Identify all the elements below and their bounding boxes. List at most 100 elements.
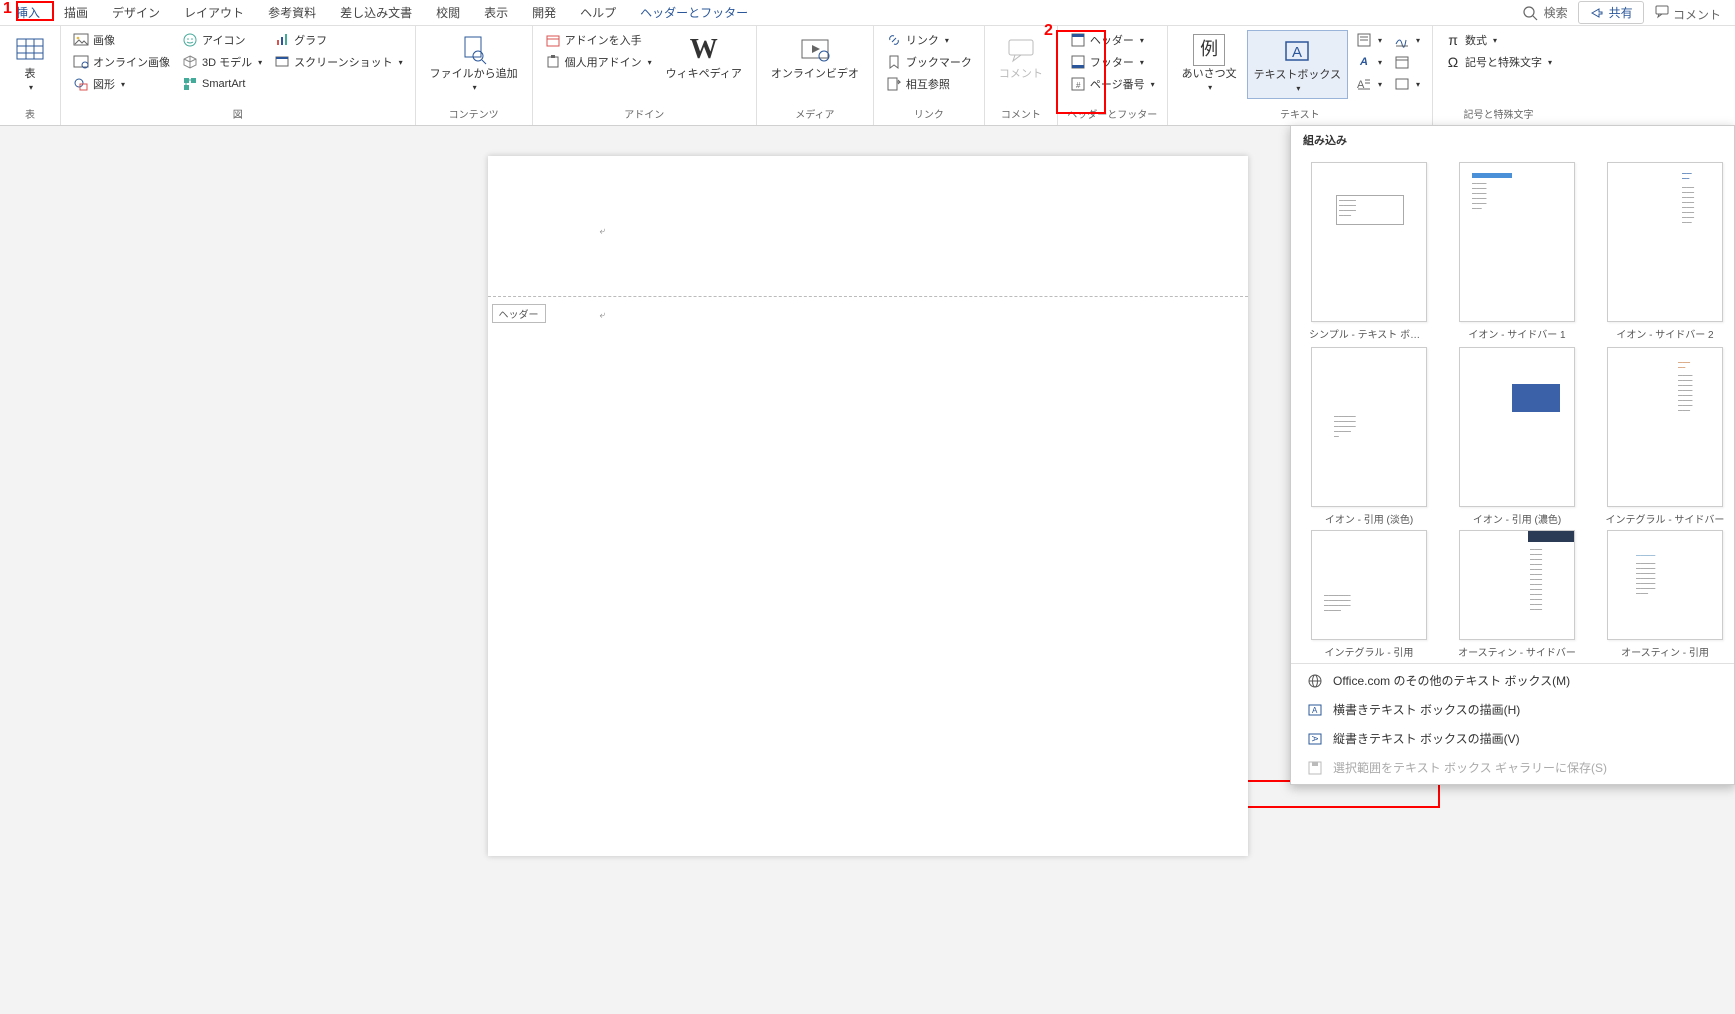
callout-box-2 <box>1056 30 1106 114</box>
gallery-item-ion-quote-dark[interactable]: イオン - 引用 (濃色) <box>1457 347 1577 526</box>
menu-view[interactable]: 表示 <box>472 1 520 24</box>
pictures-button[interactable]: 画像 <box>69 30 174 50</box>
share-button[interactable]: 共有 <box>1578 1 1644 24</box>
chevron-down-icon: ▾ <box>29 83 33 93</box>
gallery-item-austin-sidebar[interactable]: ━━━━━━━━━━━━━━━━━━━━━━━━━━━━━━━━━━━━━━━━… <box>1457 530 1577 659</box>
gallery-item-ion-quote-light[interactable]: ━━━━━━━━━━━━━━━━━━━━━━━━━━━━━━━━━━━━ イオン… <box>1309 347 1429 526</box>
page[interactable]: ⤶ ヘッダー ⤶ <box>488 156 1248 856</box>
dropcap-button[interactable]: A▾ <box>1352 74 1386 94</box>
quickparts-icon <box>1356 32 1372 48</box>
menu-references[interactable]: 参考資料 <box>256 1 328 24</box>
object-button[interactable]: ▾ <box>1390 74 1424 94</box>
online-video-button[interactable]: オンラインビデオ <box>765 30 865 85</box>
menu-mailings[interactable]: 差し込み文書 <box>328 1 424 24</box>
svg-text:A: A <box>1292 44 1302 61</box>
crossref-button[interactable]: 相互参照 <box>882 74 976 94</box>
comment-bubble-icon <box>1005 34 1037 66</box>
group-label-comments: コメント <box>1001 104 1041 121</box>
vertical-textbox-icon: A <box>1307 731 1323 747</box>
comment-button-top[interactable]: コメント <box>1644 1 1731 25</box>
3dmodel-button[interactable]: 3D モデル▾ <box>178 52 266 72</box>
addin-icon <box>545 54 561 70</box>
horizontal-textbox-icon: A <box>1307 702 1323 718</box>
greeting-button[interactable]: 例 あいさつ文▾ <box>1176 30 1243 97</box>
gallery-item-integral-quote[interactable]: ━━━━━━━━━━━━━━━━━━━━━━━━━━━━━━━━━━━━━━━━… <box>1309 530 1429 659</box>
gallery-item-austin-quote[interactable]: ━━━━━━━━━━━━━━━━━━━━━━━━━━━━━━━━━━━━━━━━… <box>1605 530 1725 659</box>
ribbon-group-comments: コメント コメント <box>985 26 1058 125</box>
crossref-icon <box>886 76 902 92</box>
callout-number-2: 2 <box>1044 22 1053 40</box>
paragraph-mark-body: ⤶ <box>600 310 606 321</box>
screenshot-button[interactable]: スクリーンショット▾ <box>270 52 406 72</box>
wordart-button[interactable]: A▾ <box>1352 52 1386 72</box>
gallery-grid-row3: ━━━━━━━━━━━━━━━━━━━━━━━━━━━━━━━━━━━━━━━━… <box>1291 530 1734 663</box>
shapes-button[interactable]: 図形▾ <box>69 74 174 94</box>
ribbon-group-links: リンク▾ ブックマーク 相互参照 リンク <box>874 26 985 125</box>
share-icon <box>1589 5 1605 21</box>
datetime-button[interactable] <box>1390 52 1424 72</box>
link-button[interactable]: リンク▾ <box>882 30 976 50</box>
table-button[interactable]: 表▾ <box>8 30 52 97</box>
greeting-icon: 例 <box>1193 34 1225 66</box>
ribbon-group-addins: アドインを入手 個人用アドイン▾ W ウィキペディア アドイン <box>533 26 757 125</box>
object-icon <box>1394 76 1410 92</box>
insert-comment-button[interactable]: コメント <box>993 30 1049 85</box>
menu-help[interactable]: ヘルプ <box>568 1 628 24</box>
gallery-draw-vertical[interactable]: A 縦書きテキスト ボックスの描画(V) <box>1291 724 1734 753</box>
ribbon-group-table: 表▾ 表 <box>0 26 61 125</box>
signature-button[interactable]: ▾ <box>1390 30 1424 50</box>
equation-icon: π <box>1445 32 1461 48</box>
textbox-icon: A <box>1281 35 1313 67</box>
reuse-file-button[interactable]: ファイルから追加▾ <box>424 30 524 97</box>
menu-draw[interactable]: 描画 <box>52 1 100 24</box>
smartart-button[interactable]: SmartArt <box>178 74 266 94</box>
gallery-item-ion-sidebar2[interactable]: ━━━━━━━━━━━━━━━━━━━━━━━━━━━━━━━━━━━━━━━━… <box>1605 162 1725 341</box>
chart-button[interactable]: グラフ <box>270 30 406 50</box>
comment-icon <box>1654 3 1670 19</box>
header-separator <box>488 296 1248 297</box>
wordart-icon: A <box>1356 54 1372 70</box>
bookmark-button[interactable]: ブックマーク <box>882 52 976 72</box>
store-icon <box>545 32 561 48</box>
quickparts-button[interactable]: ▾ <box>1352 30 1386 50</box>
video-icon <box>799 34 831 66</box>
symbol-icon: Ω <box>1445 54 1461 70</box>
smartart-icon <box>182 76 198 92</box>
gallery-grid-row2: ━━━━━━━━━━━━━━━━━━━━━━━━━━━━━━━━━━━━ イオン… <box>1291 347 1734 530</box>
menu-design[interactable]: デザイン <box>100 1 172 24</box>
menu-review[interactable]: 校閲 <box>424 1 472 24</box>
ribbon-group-text: 例 あいさつ文▾ A テキストボックス▾ ▾ A▾ A▾ ▾ ▾ テキスト <box>1168 26 1433 125</box>
header-tag: ヘッダー <box>492 304 546 323</box>
table-icon <box>14 34 46 66</box>
svg-text:A: A <box>1310 736 1319 742</box>
textbox-button[interactable]: A テキストボックス▾ <box>1247 30 1348 99</box>
chart-icon <box>274 32 290 48</box>
gallery-draw-horizontal[interactable]: A 横書きテキスト ボックスの描画(H) <box>1291 695 1734 724</box>
gallery-item-simple[interactable]: ━━━━━━━━━━━━━━━━━━━━━━━━━━ シンプル - テキスト ボ… <box>1309 162 1429 341</box>
screenshot-icon <box>274 54 290 70</box>
group-label-illust: 図 <box>233 104 243 121</box>
shapes-icon <box>73 76 89 92</box>
online-pictures-button[interactable]: オンライン画像 <box>69 52 174 72</box>
icons-button[interactable]: アイコン <box>178 30 266 50</box>
gallery-more-online[interactable]: Office.com のその他のテキスト ボックス(M) <box>1291 666 1734 695</box>
equation-button[interactable]: π数式▾ <box>1441 30 1556 50</box>
menu-developer[interactable]: 開発 <box>520 1 568 24</box>
wikipedia-button[interactable]: W ウィキペディア <box>660 30 748 85</box>
menu-layout[interactable]: レイアウト <box>172 1 256 24</box>
ribbon-group-media: オンラインビデオ メディア <box>757 26 874 125</box>
my-addins-button[interactable]: 個人用アドイン▾ <box>541 52 656 72</box>
callout-number-1: 1 <box>3 0 12 18</box>
gallery-item-ion-sidebar1[interactable]: ━━━━━━━━━━━━━━━━━━━━━━━━━━━━━━━━━━ イオン -… <box>1457 162 1577 341</box>
get-addins-button[interactable]: アドインを入手 <box>541 30 656 50</box>
ribbon-group-content: ファイルから追加▾ コンテンツ <box>416 26 533 125</box>
paragraph-mark: ⤶ <box>600 226 606 237</box>
callout-box-1 <box>16 1 54 21</box>
ribbon-group-symbols: π数式▾ Ω記号と特殊文字▾ 記号と特殊文字 <box>1433 26 1564 125</box>
menu-headerfooter-context[interactable]: ヘッダーとフッター <box>628 1 760 24</box>
gallery-save-selection: 選択範囲をテキスト ボックス ギャラリーに保存(S) <box>1291 753 1734 782</box>
file-search-icon <box>458 34 490 66</box>
symbol-button[interactable]: Ω記号と特殊文字▾ <box>1441 52 1556 72</box>
search-box[interactable]: 検索 <box>1512 4 1578 21</box>
gallery-item-integral-sidebar[interactable]: ━━━━━━━━━━━━━━━━━━━━━━━━━━━━━━━━━━━━━━━━… <box>1605 347 1725 526</box>
